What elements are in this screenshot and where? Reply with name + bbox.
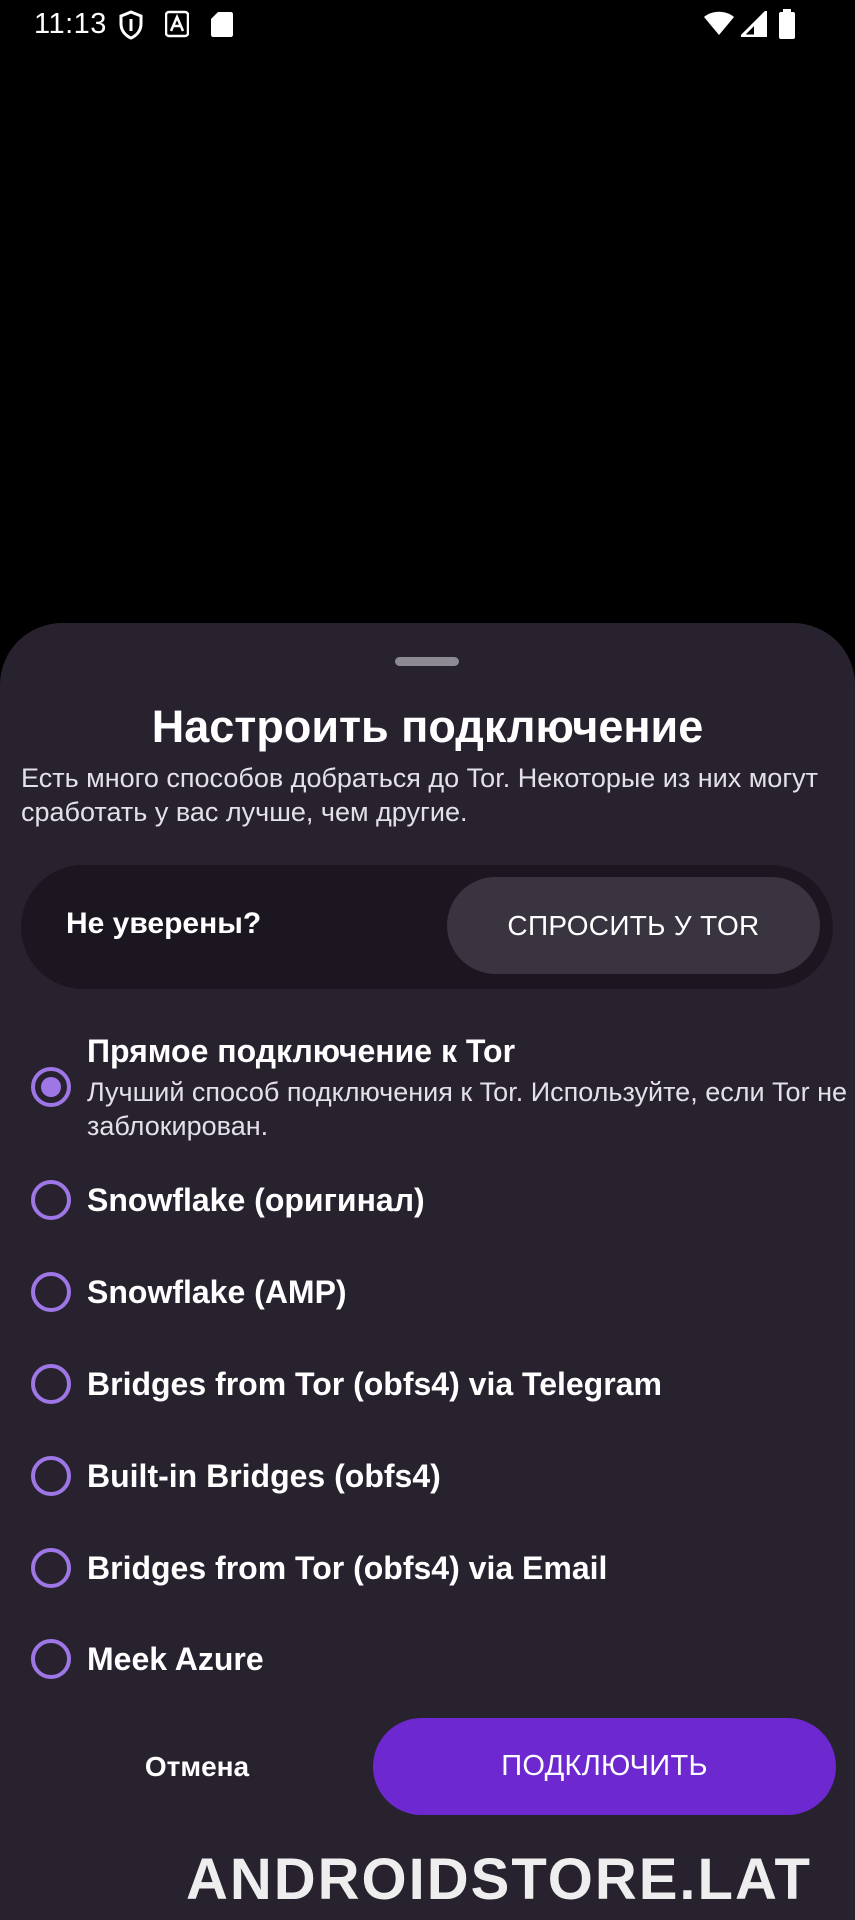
signal-icon [738,8,768,42]
option-snowflake-original[interactable]: Snowflake (оригинал) [0,1180,855,1270]
option-builtin-bridges[interactable]: Built-in Bridges (obfs4) [0,1456,855,1546]
wifi-icon [703,11,735,42]
radio-button[interactable] [31,1548,71,1588]
status-time: 11:13 [34,8,107,40]
radio-button-selected[interactable] [31,1067,71,1107]
option-bridges-email[interactable]: Bridges from Tor (obfs4) via Email [0,1548,855,1638]
option-title: Meek Azure [87,1641,264,1677]
option-title: Snowflake (AMP) [87,1274,347,1310]
option-title: Прямое подключение к Tor [87,1033,516,1069]
shield-icon [118,10,144,45]
option-title: Bridges from Tor (obfs4) via Email [87,1550,608,1586]
option-title: Snowflake (оригинал) [87,1182,425,1218]
radio-button[interactable] [31,1639,71,1679]
option-meek-azure[interactable]: Meek Azure [0,1639,855,1729]
connection-bottom-sheet: Настроить подключение Есть много способо… [0,623,855,1920]
sd-card-icon [210,10,234,43]
text-a-icon [164,10,190,43]
option-bridges-telegram[interactable]: Bridges from Tor (obfs4) via Telegram [0,1364,855,1454]
radio-button[interactable] [31,1364,71,1404]
screen: 11:13 Настроить подключение Есть много с… [0,0,855,1920]
ask-tor-card: Не уверены? СПРОСИТЬ У TOR [21,865,833,989]
sheet-description: Есть много способов добраться до Tor. Не… [21,763,819,827]
option-snowflake-amp[interactable]: Snowflake (AMP) [0,1272,855,1362]
connect-button[interactable]: ПОДКЛЮЧИТЬ [373,1718,836,1815]
option-description: Лучший способ подключения к Tor. Использ… [87,1077,847,1141]
option-direct-connection[interactable]: Прямое подключение к Tor Лучший способ п… [0,1025,855,1165]
drag-handle[interactable] [395,657,459,666]
sheet-title: Настроить подключение [151,701,704,752]
radio-button[interactable] [31,1456,71,1496]
option-title: Built-in Bridges (obfs4) [87,1458,441,1494]
battery-icon [778,9,796,44]
option-title: Bridges from Tor (obfs4) via Telegram [87,1366,662,1402]
radio-button[interactable] [31,1180,71,1220]
ask-tor-label: Не уверены? [66,907,262,940]
status-bar: 11:13 [0,0,855,50]
radio-button[interactable] [31,1272,71,1312]
cancel-button[interactable]: Отмена [115,1737,279,1797]
ask-tor-button[interactable]: СПРОСИТЬ У TOR [447,877,820,974]
watermark: ANDROIDSTORE.LAT [186,1847,812,1912]
